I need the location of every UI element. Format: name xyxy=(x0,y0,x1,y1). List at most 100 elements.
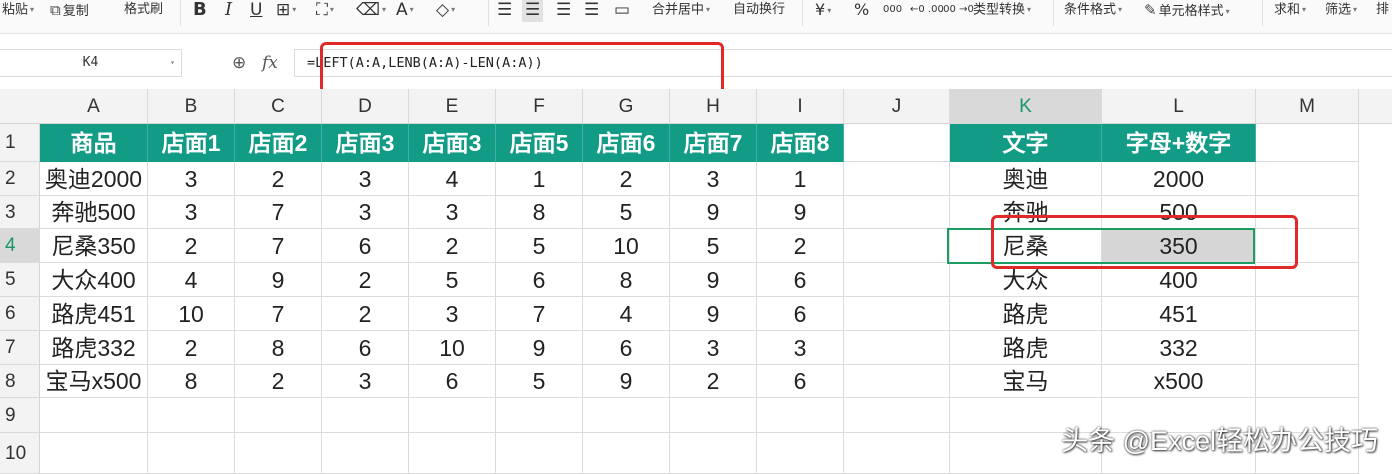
cell-b1[interactable]: 店面1 xyxy=(148,124,235,162)
column-header-e[interactable]: E xyxy=(409,89,496,124)
align-right-button[interactable]: ☰ xyxy=(556,0,571,22)
cell-g3[interactable]: 5 xyxy=(583,196,670,229)
cell-b6[interactable]: 10 xyxy=(148,297,235,331)
highlight-button[interactable]: ⌫ ▾ xyxy=(356,0,386,22)
cell-h10[interactable] xyxy=(670,433,757,474)
cell-c6[interactable]: 7 xyxy=(235,297,322,331)
cell-j4[interactable] xyxy=(844,229,950,263)
filter-button[interactable]: 筛选 ▾ xyxy=(1325,0,1357,22)
cell-h5[interactable]: 9 xyxy=(670,263,757,297)
cell-d5[interactable]: 2 xyxy=(322,263,409,297)
cell-h6[interactable]: 9 xyxy=(670,297,757,331)
fx-button[interactable]: fx xyxy=(262,53,278,73)
zoom-icon[interactable]: ⊕ xyxy=(232,53,246,73)
cell-b5[interactable]: 4 xyxy=(148,263,235,297)
cell-j3[interactable] xyxy=(844,196,950,229)
bold-button[interactable]: B xyxy=(193,0,207,22)
cell-e2[interactable]: 4 xyxy=(409,162,496,196)
merge-center-button[interactable]: 合并居中 ▾ xyxy=(652,0,710,22)
cell-f8[interactable]: 5 xyxy=(496,365,583,398)
cell-d8[interactable]: 3 xyxy=(322,365,409,398)
cell-a6[interactable]: 路虎451 xyxy=(40,297,148,331)
cell-l1[interactable]: 字母+数字 xyxy=(1102,124,1256,162)
cell-i3[interactable]: 9 xyxy=(757,196,844,229)
cell-i8[interactable]: 6 xyxy=(757,365,844,398)
column-header-a[interactable]: A xyxy=(40,89,148,124)
cell-d6[interactable]: 2 xyxy=(322,297,409,331)
cell-c8[interactable]: 2 xyxy=(235,365,322,398)
cell-d3[interactable]: 3 xyxy=(322,196,409,229)
cell-d10[interactable] xyxy=(322,433,409,474)
cell-e3[interactable]: 3 xyxy=(409,196,496,229)
cell-a10[interactable] xyxy=(40,433,148,474)
cell-l2[interactable]: 2000 xyxy=(1102,162,1256,196)
cell-i7[interactable]: 3 xyxy=(757,331,844,365)
cell-e8[interactable]: 6 xyxy=(409,365,496,398)
cell-h2[interactable]: 3 xyxy=(670,162,757,196)
sort-button[interactable]: 排 xyxy=(1376,0,1389,22)
cell-k6[interactable]: 路虎 xyxy=(950,297,1102,331)
cell-k2[interactable]: 奥迪 xyxy=(950,162,1102,196)
row-header-4[interactable]: 4 xyxy=(0,229,40,263)
cell-g6[interactable]: 4 xyxy=(583,297,670,331)
cell-d2[interactable]: 3 xyxy=(322,162,409,196)
cell-style-button[interactable]: ✎ 单元格样式 ▾ xyxy=(1144,0,1230,22)
column-header-c[interactable]: C xyxy=(235,89,322,124)
cell-a8[interactable]: 宝马x500 xyxy=(40,365,148,398)
cell-b10[interactable] xyxy=(148,433,235,474)
cell-h8[interactable]: 2 xyxy=(670,365,757,398)
italic-button[interactable]: I xyxy=(225,0,232,22)
cell-e7[interactable]: 10 xyxy=(409,331,496,365)
cell-b3[interactable]: 3 xyxy=(148,196,235,229)
column-header-i[interactable]: I xyxy=(757,89,844,124)
fill-color-button[interactable]: ⛶ ▾ xyxy=(316,0,334,22)
cell-i1[interactable]: 店面8 xyxy=(757,124,844,162)
cell-j2[interactable] xyxy=(844,162,950,196)
cell-m7[interactable] xyxy=(1256,331,1359,365)
cell-g9[interactable] xyxy=(583,398,670,433)
increase-decimal-button[interactable]: ←0 .00 xyxy=(910,0,944,22)
cell-c3[interactable]: 7 xyxy=(235,196,322,229)
column-header-d[interactable]: D xyxy=(322,89,409,124)
cell-l6[interactable]: 451 xyxy=(1102,297,1256,331)
currency-button[interactable]: ¥ ▾ xyxy=(815,0,831,22)
cell-m4[interactable] xyxy=(1256,229,1359,263)
cell-c7[interactable]: 8 xyxy=(235,331,322,365)
cell-l3[interactable]: 500 xyxy=(1102,196,1256,229)
cell-h3[interactable]: 9 xyxy=(670,196,757,229)
cell-d1[interactable]: 店面3 xyxy=(322,124,409,162)
cell-a2[interactable]: 奥迪2000 xyxy=(40,162,148,196)
cell-j6[interactable] xyxy=(844,297,950,331)
cell-g7[interactable]: 6 xyxy=(583,331,670,365)
row-header-5[interactable]: 5 xyxy=(0,263,40,297)
cell-e1[interactable]: 店面3 xyxy=(409,124,496,162)
row-header-6[interactable]: 6 xyxy=(0,297,40,331)
row-header-9[interactable]: 9 xyxy=(0,398,40,433)
cell-g2[interactable]: 2 xyxy=(583,162,670,196)
cell-f10[interactable] xyxy=(496,433,583,474)
sum-button[interactable]: 求和 ▾ xyxy=(1274,0,1306,22)
column-header-b[interactable]: B xyxy=(148,89,235,124)
row-header-2[interactable]: 2 xyxy=(0,162,40,196)
cell-e5[interactable]: 5 xyxy=(409,263,496,297)
cell-j5[interactable] xyxy=(844,263,950,297)
cell-e10[interactable] xyxy=(409,433,496,474)
cell-m3[interactable] xyxy=(1256,196,1359,229)
cell-i6[interactable]: 6 xyxy=(757,297,844,331)
cell-c10[interactable] xyxy=(235,433,322,474)
cell-j1[interactable] xyxy=(844,124,950,162)
thousands-button[interactable]: 000 xyxy=(883,0,902,22)
percent-button[interactable]: % xyxy=(854,0,869,22)
cell-j10[interactable] xyxy=(844,433,950,474)
paste-button[interactable]: 粘贴 ▾ xyxy=(2,0,34,22)
cell-f7[interactable]: 9 xyxy=(496,331,583,365)
cell-k3[interactable]: 奔驰 xyxy=(950,196,1102,229)
decrease-decimal-button[interactable]: .00 →0 xyxy=(940,0,974,22)
cell-j8[interactable] xyxy=(844,365,950,398)
cell-j9[interactable] xyxy=(844,398,950,433)
row-header-7[interactable]: 7 xyxy=(0,331,40,365)
cell-b8[interactable]: 8 xyxy=(148,365,235,398)
column-header-l[interactable]: L xyxy=(1102,89,1256,124)
column-header-f[interactable]: F xyxy=(496,89,583,124)
cell-m8[interactable] xyxy=(1256,365,1359,398)
